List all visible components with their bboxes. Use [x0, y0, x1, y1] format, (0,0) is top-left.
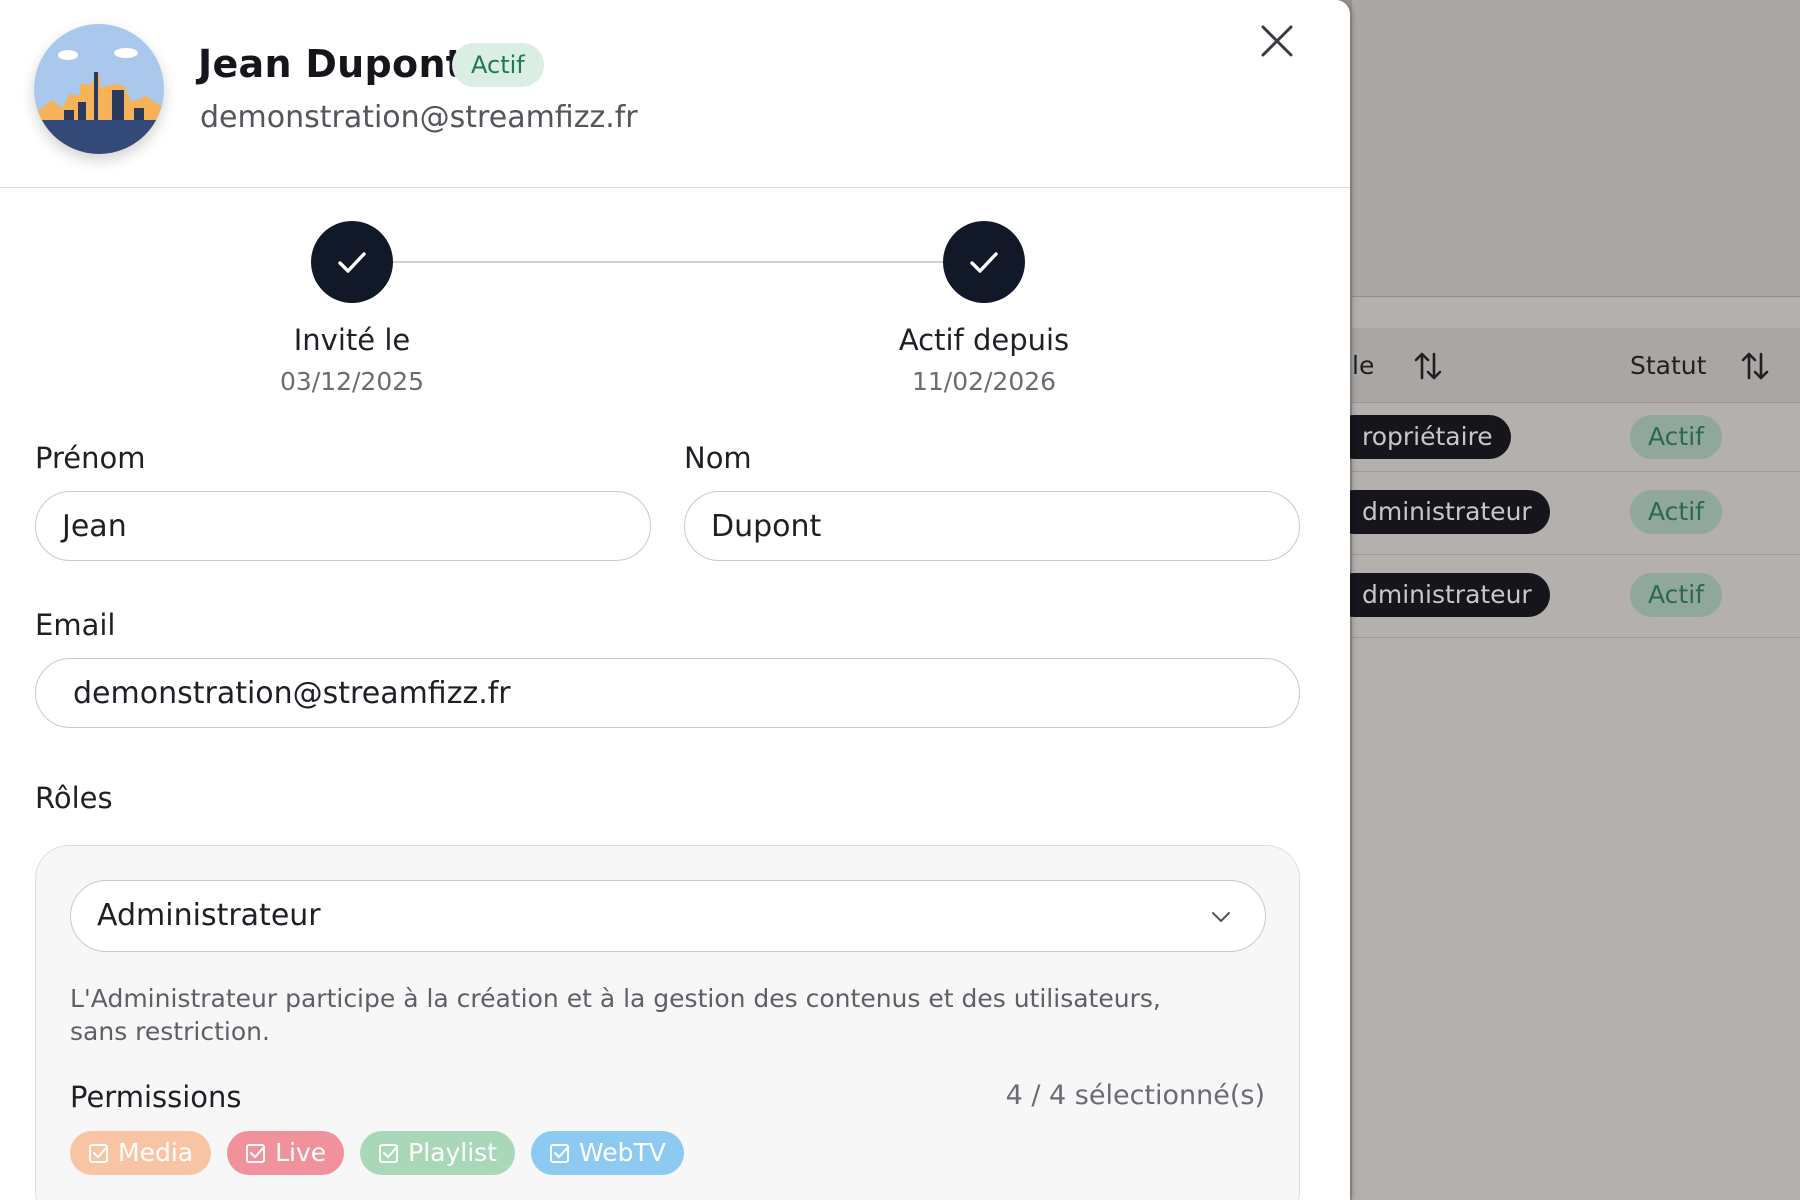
- permission-chip-live[interactable]: Live: [227, 1131, 345, 1175]
- table-row: dministrateur Actif: [1332, 472, 1800, 555]
- permission-chip-label: Live: [275, 1138, 327, 1167]
- checkbox-checked-icon: [246, 1144, 266, 1163]
- avatar: [34, 24, 164, 154]
- step-label: Actif depuis: [898, 323, 1070, 357]
- sort-icon[interactable]: [1413, 350, 1443, 382]
- role-description: L'Administrateur participe à la création…: [70, 984, 1161, 1046]
- role-select[interactable]: Administrateur: [70, 880, 1266, 952]
- background-top: [1352, 0, 1800, 296]
- last-name-field[interactable]: Dupont: [684, 491, 1300, 561]
- checkbox-checked-icon: [379, 1144, 399, 1163]
- role-badge: ropriétaire: [1332, 415, 1511, 459]
- step-date: 11/02/2026: [911, 367, 1057, 396]
- check-icon: [970, 252, 998, 273]
- checkbox-checked-icon: [550, 1144, 570, 1163]
- table-row: dministrateur Actif: [1332, 555, 1800, 638]
- step-check-circle: [943, 221, 1025, 303]
- role-badge: dministrateur: [1332, 490, 1550, 534]
- role-select-value: Administrateur: [97, 898, 321, 933]
- step-label: Invité le: [293, 323, 411, 357]
- check-icon: [338, 252, 366, 273]
- permission-chip-label: WebTV: [579, 1138, 666, 1167]
- status-badge: Actif: [1630, 415, 1722, 459]
- roles-label: Rôles: [35, 781, 113, 815]
- column-header-role: le: [1352, 351, 1375, 380]
- email-field[interactable]: demonstration@streamfizz.fr: [35, 658, 1300, 728]
- permission-chip-label: Playlist: [408, 1138, 498, 1167]
- status-badge: Actif: [452, 43, 544, 87]
- sort-icon[interactable]: [1740, 350, 1770, 382]
- permission-chip-playlist[interactable]: Playlist: [360, 1131, 516, 1175]
- city-avatar-image: [34, 24, 164, 154]
- role-badge: dministrateur: [1332, 573, 1550, 617]
- status-badge: Actif: [1630, 490, 1722, 534]
- checkbox-checked-icon: [89, 1144, 108, 1163]
- first-name-label: Prénom: [35, 441, 146, 475]
- step-date: 03/12/2025: [279, 367, 425, 396]
- permissions-chips: Media Live Playlist WebTV: [70, 1131, 684, 1175]
- first-name-field[interactable]: Jean: [35, 491, 651, 561]
- permissions-title: Permissions: [70, 1080, 242, 1114]
- permission-chip-webtv[interactable]: WebTV: [531, 1131, 684, 1175]
- column-header-status: Statut: [1630, 351, 1707, 380]
- step-invited: Invité le 03/12/2025: [192, 221, 512, 396]
- email-label: Email: [35, 608, 116, 642]
- roles-panel: Administrateur L'Administrateur particip…: [35, 845, 1300, 1200]
- last-name-label: Nom: [684, 441, 752, 475]
- user-name: Jean Dupont: [198, 42, 465, 86]
- permissions-count: 4 / 4 sélectionné(s): [1005, 1080, 1265, 1111]
- table-row: ropriétaire Actif: [1332, 403, 1800, 472]
- step-check-circle: [311, 221, 393, 303]
- drawer-header: Jean Dupont Actif demonstration@streamfi…: [0, 0, 1350, 188]
- status-badge: Actif: [1630, 573, 1722, 617]
- step-active-since: Actif depuis 11/02/2026: [824, 221, 1144, 396]
- chevron-down-icon[interactable]: [1209, 905, 1233, 929]
- user-email: demonstration@streamfizz.fr: [200, 100, 638, 135]
- user-details-drawer: Jean Dupont Actif demonstration@streamfi…: [0, 0, 1350, 1200]
- permission-chip-label: Media: [118, 1138, 194, 1167]
- background-table-area: le Statut ropriétaire Actif dministrateu…: [1332, 0, 1800, 1200]
- background-divider: [1352, 296, 1800, 297]
- table-header: le Statut: [1352, 328, 1800, 403]
- permission-chip-media[interactable]: Media: [70, 1131, 212, 1175]
- close-icon[interactable]: [1258, 22, 1296, 60]
